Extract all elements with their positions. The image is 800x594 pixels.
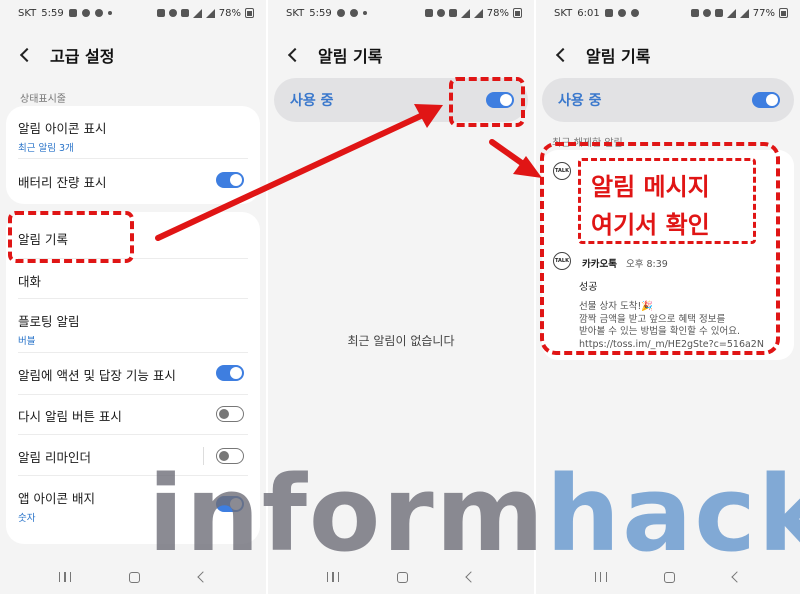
setting-label: 대화 [18, 274, 42, 289]
dot-icon [362, 11, 367, 15]
setting-label: 플로팅 알림 [18, 314, 80, 329]
divider [18, 394, 248, 395]
snooze-button-toggle[interactable] [216, 406, 244, 422]
watermark-part1: inform [148, 453, 547, 575]
page-title: 고급 설정 [50, 47, 115, 66]
battery-percent: 77% [752, 7, 775, 19]
master-switch-label: 사용 중 [558, 93, 602, 109]
alarm-icon [690, 9, 699, 17]
carrier-label: SKT [18, 7, 37, 19]
section-label-statusbar: 상태표시줄 [20, 94, 66, 105]
signal-icon [739, 8, 749, 18]
message-icon [336, 9, 345, 17]
signal-icon [192, 8, 202, 18]
back-arrow-icon[interactable] [282, 43, 306, 67]
carrier-label: SKT [554, 7, 573, 19]
highlight-box-toggle [449, 77, 525, 127]
status-bar: SKT 5:59 78% [268, 0, 534, 26]
recents-icon[interactable] [59, 572, 72, 582]
divider [18, 352, 248, 353]
setting-label: 배터리 잔량 표시 [18, 175, 107, 190]
alarm-icon [424, 9, 433, 17]
setting-label: 알림 아이콘 표시 [18, 121, 107, 136]
callout-line-2: 여기서 확인 [591, 211, 710, 239]
dot-icon [107, 11, 112, 15]
setting-notification-icons[interactable]: 알림 아이콘 표시 최근 알림 3개 [18, 118, 248, 154]
divider [18, 434, 248, 435]
bluetooth-icon [702, 9, 711, 17]
gallery-icon [68, 9, 77, 17]
wifi-icon [448, 9, 457, 17]
signal-icon [460, 8, 470, 18]
clock: 5:59 [41, 7, 64, 19]
highlight-box-history-setting [8, 211, 134, 263]
cloud-icon [94, 9, 103, 17]
status-bar: SKT 6:01 77% [536, 0, 800, 26]
back-arrow-icon[interactable] [14, 43, 38, 67]
battery-percentage-toggle[interactable] [216, 172, 244, 188]
setting-summary: 버블 [18, 336, 36, 347]
notification-history-toggle[interactable] [752, 92, 780, 108]
notification-history-master-switch[interactable]: 사용 중 [542, 78, 794, 122]
message-icon [617, 9, 626, 17]
empty-state-message: 최근 알림이 없습니다 [347, 334, 455, 348]
divider [18, 158, 248, 159]
setting-floating-notifications[interactable]: 플로팅 알림 버블 [18, 311, 248, 347]
wifi-icon [714, 9, 723, 17]
setting-label: 알림에 액션 및 답장 기능 표시 [18, 368, 176, 383]
watermark-part2: hack [546, 453, 800, 575]
setting-suggest-actions-replies[interactable]: 알림에 액션 및 답장 기능 표시 [18, 365, 248, 385]
statusbar-settings-card: 알림 아이콘 표시 최근 알림 3개 배터리 잔량 표시 [6, 106, 260, 204]
app-bar: 알림 기록 [282, 40, 520, 70]
home-icon[interactable] [129, 571, 141, 583]
bluetooth-icon [168, 9, 177, 17]
back-arrow-icon[interactable] [550, 43, 574, 67]
signal-icon [473, 8, 483, 18]
app-bar: 고급 설정 [14, 40, 252, 70]
clock: 6:01 [577, 7, 600, 19]
signal-icon [205, 8, 215, 18]
gallery-icon [604, 9, 613, 17]
suggest-actions-toggle[interactable] [216, 365, 244, 381]
alarm-icon [156, 9, 165, 17]
page-title: 알림 기록 [318, 47, 383, 66]
status-bar: SKT 5:59 78% [0, 0, 266, 26]
setting-label: 다시 알림 버튼 표시 [18, 409, 122, 424]
wifi-icon [180, 9, 189, 17]
bluetooth-icon [436, 9, 445, 17]
signal-icon [726, 8, 736, 18]
setting-summary: 최근 알림 3개 [18, 143, 74, 154]
battery-icon [513, 8, 522, 18]
app-bar: 알림 기록 [550, 40, 786, 70]
cloud-icon [630, 9, 639, 17]
battery-percent: 78% [218, 7, 241, 19]
carrier-label: SKT [286, 7, 305, 19]
setting-snooze-button[interactable]: 다시 알림 버튼 표시 [18, 406, 248, 426]
callout-line-1: 알림 메시지 [591, 173, 710, 201]
battery-icon [245, 8, 254, 18]
setting-conversations[interactable]: 대화 [18, 271, 248, 290]
message-icon [81, 9, 90, 17]
callout-box: 알림 메시지 여기서 확인 [578, 158, 756, 244]
battery-percent: 78% [486, 7, 509, 19]
page-title: 알림 기록 [586, 47, 651, 66]
clock: 5:59 [309, 7, 332, 19]
battery-icon [779, 8, 788, 18]
cloud-icon [349, 9, 358, 17]
master-switch-label: 사용 중 [290, 93, 334, 109]
setting-battery-percentage[interactable]: 배터리 잔량 표시 [18, 172, 248, 192]
watermark-logo: informhack [148, 462, 800, 566]
divider [18, 298, 248, 299]
